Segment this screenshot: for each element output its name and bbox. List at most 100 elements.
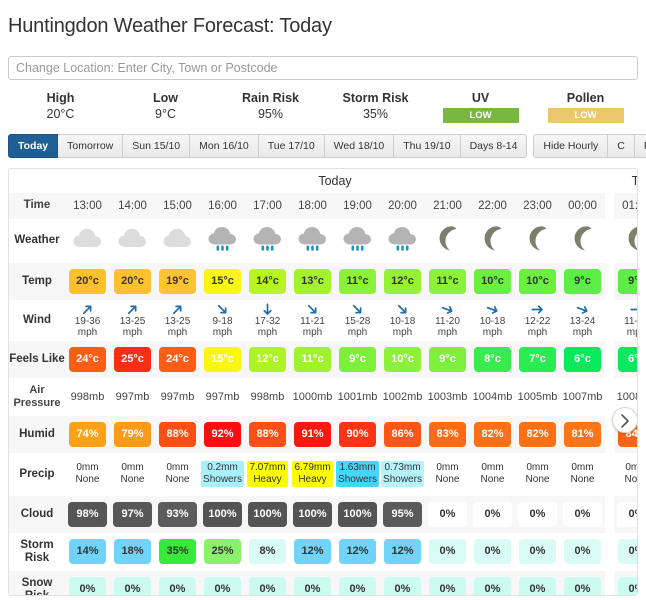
wind-speed: 10-18 xyxy=(479,315,506,327)
feels-like-pill: 12°c xyxy=(249,346,286,372)
air-pressure-cell: 997mb xyxy=(160,390,195,403)
humidity-pill: 82% xyxy=(519,421,556,447)
feels-like-cell: 9°c xyxy=(335,340,380,378)
wind-direction-icon xyxy=(380,303,425,316)
control-f[interactable]: F xyxy=(634,133,646,158)
tab-today[interactable]: Today xyxy=(8,133,59,158)
humidity-cell: 86% xyxy=(380,415,425,453)
tab-thu-19-10[interactable]: Thu 19/10 xyxy=(394,133,461,158)
feels-like-cell: 24°c xyxy=(65,340,110,378)
temp-pill: 9°c xyxy=(618,268,637,294)
time-cell: 19:00 xyxy=(335,192,380,219)
cloud-rain-icon xyxy=(341,224,375,252)
precip-type: Showers xyxy=(338,474,377,486)
temp-cell: 20°c xyxy=(110,262,155,300)
wind-speed: 11-19 xyxy=(624,315,638,327)
precip-box: 0mmNone xyxy=(159,461,197,487)
humidity-cell: 74% xyxy=(65,415,110,453)
storm-risk-pill: 0% xyxy=(429,539,466,565)
humidity-pill: 74% xyxy=(69,421,106,447)
weather-cell xyxy=(290,219,335,263)
row-label-wind: Wind xyxy=(23,313,51,326)
wind-unit: mph xyxy=(257,326,278,338)
feels-like-pill: 6°c xyxy=(618,346,637,372)
view-control-tabs: Hide HourlyCF xyxy=(533,133,646,158)
wind-direction-icon xyxy=(335,303,380,316)
row-wind: Wind 19-36 mph 13-25 mph 13-25 mph 9-18 mph 17-32… xyxy=(9,299,638,341)
storm-risk-pill: 0% xyxy=(474,539,511,565)
storm-risk-pill: 12% xyxy=(294,539,331,565)
air-pressure-cell: 997mb xyxy=(205,390,240,403)
air-pressure-cell: 1001mb xyxy=(337,390,378,403)
chevron-right-icon xyxy=(621,413,629,428)
location-search-input[interactable] xyxy=(8,55,638,80)
wind-unit: mph xyxy=(626,326,637,338)
storm-risk-pill: 12% xyxy=(339,539,376,565)
row-precip: Precip 0mm None 0mm None 0mm None 0.2mm Showers 7… xyxy=(9,452,638,496)
status-badge: LOW xyxy=(547,107,624,123)
temp-cell: 19°c xyxy=(155,262,200,300)
day-header-today: Today xyxy=(65,168,605,193)
tab-bar: Today Tomorrow Sun 15/10 Mon 16/10 Tue 17/10… xyxy=(8,133,646,158)
tab-sun-15-10[interactable]: Sun 15/10 xyxy=(123,133,191,158)
wind-cell: 13-25 mph xyxy=(110,300,155,341)
cloud-cell: 98% xyxy=(65,495,110,533)
tab-tomorrow[interactable]: Tomorrow xyxy=(58,133,124,158)
temp-cell: 11°c xyxy=(335,262,380,300)
humidity-cell: 91% xyxy=(290,415,335,453)
precip-cell: 0.2mm Showers xyxy=(200,453,245,496)
wind-direction-icon xyxy=(470,303,515,316)
precip-type: Heavy xyxy=(253,474,282,486)
cloud-cell: 0% xyxy=(515,495,560,533)
cloud-pill: 97% xyxy=(113,501,152,527)
snow-risk-pill: 0% xyxy=(204,577,241,595)
precip-cell: 0mmNone xyxy=(65,453,110,496)
wind-direction-icon xyxy=(155,303,200,316)
precip-type: Heavy xyxy=(298,474,327,486)
precip-cell: 0mmNone xyxy=(515,453,560,496)
row-label-humidity: Humid xyxy=(9,415,65,453)
wind-speed: 13-24 xyxy=(569,315,596,327)
day-separator xyxy=(605,340,614,378)
wind-unit: mph xyxy=(482,326,503,338)
precip-type: Showers xyxy=(203,474,242,486)
snow-risk-cell: 0% xyxy=(425,570,470,595)
control-c[interactable]: C xyxy=(608,133,635,158)
feels-like-pill: 9°c xyxy=(339,346,376,372)
humidity-pill: 86% xyxy=(384,421,421,447)
cloud-rain-icon xyxy=(296,224,330,252)
weather-cell xyxy=(155,219,200,263)
tab-wed-18-10[interactable]: Wed 18/10 xyxy=(324,133,395,158)
feels-like-cell: 9°c xyxy=(425,340,470,378)
cloud-pill: 100% xyxy=(338,501,377,527)
time-cell: 18:00 xyxy=(290,192,335,219)
feels-like-cell: 8°c xyxy=(470,340,515,378)
day-separator xyxy=(605,452,614,496)
snow-risk-cell: 0% xyxy=(380,570,425,595)
tab-tue-17-10[interactable]: Tue 17/10 xyxy=(258,133,325,158)
precip-type: None xyxy=(525,474,550,486)
precip-type: None xyxy=(435,474,460,486)
wind-direction-icon xyxy=(425,303,470,316)
precip-type: None xyxy=(624,474,638,486)
tab-days-8-14[interactable]: Days 8-14 xyxy=(460,133,528,158)
forecast-table-container: TodayTomorrowTime13:0014:0015:0016:0017:… xyxy=(8,167,638,596)
snow-risk-pill: 0% xyxy=(618,577,637,595)
precip-type: None xyxy=(570,474,595,486)
temp-pill: 19°c xyxy=(159,268,196,294)
summary-value: 20°C xyxy=(46,106,75,121)
humidity-cell: 82% xyxy=(515,415,560,453)
snow-risk-cell: 0% xyxy=(290,570,335,595)
forecast-table-scroll[interactable]: TodayTomorrowTime13:0014:0015:0016:0017:… xyxy=(9,168,638,595)
precip-box: 7.07mm Heavy xyxy=(247,461,288,488)
precip-box: 0mmNone xyxy=(474,461,512,487)
tab-mon-16-10[interactable]: Mon 16/10 xyxy=(190,133,259,158)
feels-like-cell: 6°c xyxy=(560,340,605,378)
snow-risk-cell: 0% xyxy=(614,570,637,595)
time-cell: 14:00 xyxy=(110,192,155,219)
next-page-button[interactable] xyxy=(612,406,637,433)
snow-risk-pill: 0% xyxy=(249,577,286,595)
air-pressure-cell: 997mb xyxy=(115,390,150,403)
control-hide-hourly[interactable]: Hide Hourly xyxy=(533,133,609,158)
precip-type: None xyxy=(120,474,145,486)
